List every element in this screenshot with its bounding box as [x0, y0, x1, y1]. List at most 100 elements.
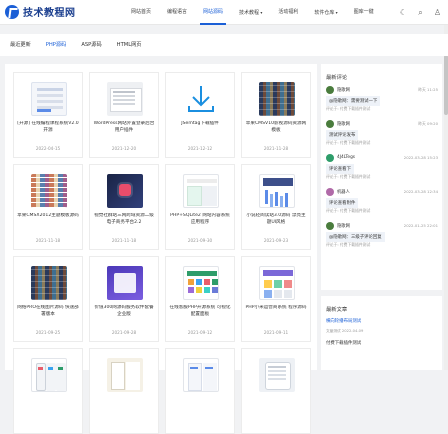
nav-item-home[interactable]: 网站首页 — [123, 0, 159, 25]
comment-user[interactable]: 隐歌网 — [337, 223, 350, 229]
post-date: 2021-09-12 — [187, 330, 213, 335]
search-icon[interactable]: ⌕ — [416, 8, 425, 17]
comment-text[interactable]: 测试评论发布 — [326, 130, 359, 140]
post-thumbnail[interactable] — [183, 82, 219, 116]
comment-user[interactable]: 隐歌网 — [337, 121, 350, 127]
post-thumbnail[interactable] — [107, 174, 143, 208]
user-icon[interactable]: ♙ — [433, 8, 442, 17]
post-date: 2021-09-25 — [35, 330, 61, 335]
logo-text: 技术教程网 — [23, 8, 76, 19]
comment-item[interactable]: 机器人 2022-03-28 12:34 评论查看附件 评论于: 付费下载插件测试 — [321, 185, 442, 219]
comment-time: 2022-03-28 12:34 — [403, 189, 438, 194]
post-title[interactable]: 在线客服PHP开源系统 可视化配置面板 — [169, 305, 231, 325]
post-thumbnail[interactable] — [31, 358, 67, 392]
cat-html[interactable]: HTML网页 — [117, 34, 157, 56]
post-title[interactable]: 苹果CMSV10影视源码资源网模板 — [245, 121, 307, 141]
nav-item-software[interactable]: 软件仓库 — [306, 0, 345, 25]
nav-item-events[interactable]: 活动福利 — [270, 0, 306, 25]
nav-item-languages[interactable]: 编程语言 — [159, 0, 195, 25]
avatar[interactable] — [326, 188, 334, 196]
post-card[interactable]: WordPress网站外置登录后台用户插件 2021-12-20 — [89, 72, 159, 158]
post-card[interactable]: 视觉社群站三网跨域资源二级电子商务平台2.2 2021-11-18 — [89, 164, 159, 250]
post-title[interactable]: [开源] 在线编程课程系统V2.0开源 — [17, 121, 79, 141]
post-grid: [开源] 在线编程课程系统V2.0开源 2022-04-15 WordPress网站… — [13, 72, 311, 434]
post-thumbnail[interactable] — [183, 174, 219, 208]
comment-item[interactable]: 隐歌网 昨天 11:25 @隐歌网：需要测试一下 评论于: 付费下载插件测试 — [321, 83, 442, 117]
post-date: 2021-09-11 — [263, 330, 289, 335]
avatar[interactable] — [326, 222, 334, 230]
post-thumbnail[interactable] — [107, 82, 143, 116]
cat-php[interactable]: PHP源码 — [46, 34, 82, 56]
comment-text[interactable]: @隐歌网：需要测试一下 — [326, 96, 381, 106]
post-card[interactable]: 网络PRO在线图片源码 快速部署版本 2021-09-25 — [13, 256, 83, 342]
post-title[interactable]: WordPress网站外置登录后台用户插件 — [93, 121, 155, 141]
comment-text[interactable]: 评论查看附件 — [326, 198, 359, 208]
page-scrollbar[interactable] — [444, 25, 448, 370]
post-card[interactable]: 在线客服PHP开源系统 可视化配置面板 2021-09-12 — [165, 256, 235, 342]
avatar[interactable] — [326, 154, 334, 162]
post-title[interactable] — [17, 397, 79, 417]
post-thumbnail[interactable] — [259, 82, 295, 116]
post-thumbnail[interactable] — [259, 266, 295, 300]
comment-ref[interactable]: 评论于: 付费下载插件测试 — [326, 242, 370, 248]
post-title[interactable]: 视觉社群站三网跨域资源二级电子商务平台2.2 — [93, 213, 155, 233]
comment-item[interactable]: 隐歌网 昨天 09:20 测试评论发布 评论于: 付费下载插件测试 — [321, 117, 442, 151]
post-thumbnail[interactable] — [31, 174, 67, 208]
post-title[interactable]: 价值300网源码服务软件套餐企业版 — [93, 305, 155, 325]
comment-text[interactable]: 评论查看下 — [326, 164, 354, 174]
post-thumbnail[interactable] — [107, 266, 143, 300]
post-thumbnail[interactable] — [31, 266, 67, 300]
scrollbar-thumb[interactable] — [444, 55, 448, 115]
post-card[interactable]: JSemtag下载插件 2021-12-12 — [165, 72, 235, 158]
post-thumbnail[interactable] — [259, 174, 295, 208]
comments-title: 最新评论 — [326, 75, 348, 81]
nav-item-source[interactable]: 网站源码 — [195, 0, 231, 25]
cat-asp[interactable]: ASP源码 — [81, 34, 116, 56]
article-link[interactable]: 付费下载插件测试 — [321, 337, 442, 351]
comment-user[interactable]: 隐歌网 — [337, 87, 350, 93]
comment-item[interactable]: 4J4LTegs 2022-03-28 15:23 评论查看下 评论于: 付费下载插件… — [321, 151, 442, 185]
article-link[interactable]: 横向轮播布局测试 — [321, 315, 442, 329]
post-card[interactable] — [165, 348, 235, 434]
post-card[interactable]: PHP小米运营商系统 程序源码 2021-09-11 — [241, 256, 311, 342]
theme-icon[interactable]: ☾ — [399, 8, 408, 17]
post-thumbnail[interactable] — [183, 358, 219, 392]
comment-user[interactable]: 机器人 — [337, 189, 350, 195]
post-title[interactable]: PHP小米运营商系统 程序源码 — [245, 305, 307, 325]
post-card[interactable]: 小说轻阅读站3.0源码 漂亮主题UI风格 2021-09-23 — [241, 164, 311, 250]
post-title[interactable] — [245, 397, 307, 417]
comment-ref[interactable]: 评论于: 付费下载插件测试 — [326, 140, 370, 146]
post-thumbnail[interactable] — [183, 266, 219, 300]
post-title[interactable]: 苹果CMSX2012主题模板源码 — [17, 213, 79, 233]
comment-ref[interactable]: 评论于: 付费下载插件测试 — [326, 106, 370, 112]
post-card[interactable]: PHP+SQLite2 网站内容系统应用程序 2021-09-30 — [165, 164, 235, 250]
avatar[interactable] — [326, 86, 334, 94]
post-title[interactable]: PHP+SQLite2 网站内容系统应用程序 — [169, 213, 231, 233]
post-card[interactable]: 苹果CMSV10影视源码资源网模板 2021-11-28 — [241, 72, 311, 158]
avatar[interactable] — [326, 120, 334, 128]
nav-item-gallery[interactable]: 图库一键 — [346, 0, 382, 25]
post-thumbnail[interactable] — [259, 358, 295, 392]
post-card[interactable] — [241, 348, 311, 434]
site-logo[interactable]: 技术教程网 — [5, 4, 76, 19]
post-card[interactable] — [13, 348, 83, 434]
post-card[interactable]: 苹果CMSX2012主题模板源码 2021-11-18 — [13, 164, 83, 250]
post-title[interactable]: 小说轻阅读站3.0源码 漂亮主题UI风格 — [245, 213, 307, 233]
comment-ref[interactable]: 评论于: 付费下载插件测试 — [326, 208, 370, 214]
post-thumbnail[interactable] — [31, 82, 67, 116]
post-date: 2021-09-23 — [263, 238, 289, 243]
post-thumbnail[interactable] — [107, 358, 143, 392]
nav-item-tutorials[interactable]: 技术教程 — [231, 0, 270, 25]
comment-item[interactable]: 隐歌网 2022-01-25 22:01 @隐歌网：三级子评论回复 评论于: 付费下载… — [321, 219, 442, 253]
post-title[interactable]: 网络PRO在线图片源码 快速部署版本 — [17, 305, 79, 325]
comment-text[interactable]: @隐歌网：三级子评论回复 — [326, 232, 385, 242]
cat-latest[interactable]: 最近更新 — [10, 34, 46, 56]
post-title[interactable] — [169, 397, 231, 417]
post-title[interactable] — [93, 397, 155, 417]
post-card[interactable] — [89, 348, 159, 434]
post-card[interactable]: 价值300网源码服务软件套餐企业版 2021-09-28 — [89, 256, 159, 342]
comment-user[interactable]: 4J4LTegs — [337, 155, 355, 160]
post-title[interactable]: JSemtag下载插件 — [169, 121, 231, 141]
post-card[interactable]: [开源] 在线编程课程系统V2.0开源 2022-04-15 — [13, 72, 83, 158]
comment-ref[interactable]: 评论于: 付费下载插件测试 — [326, 174, 370, 180]
